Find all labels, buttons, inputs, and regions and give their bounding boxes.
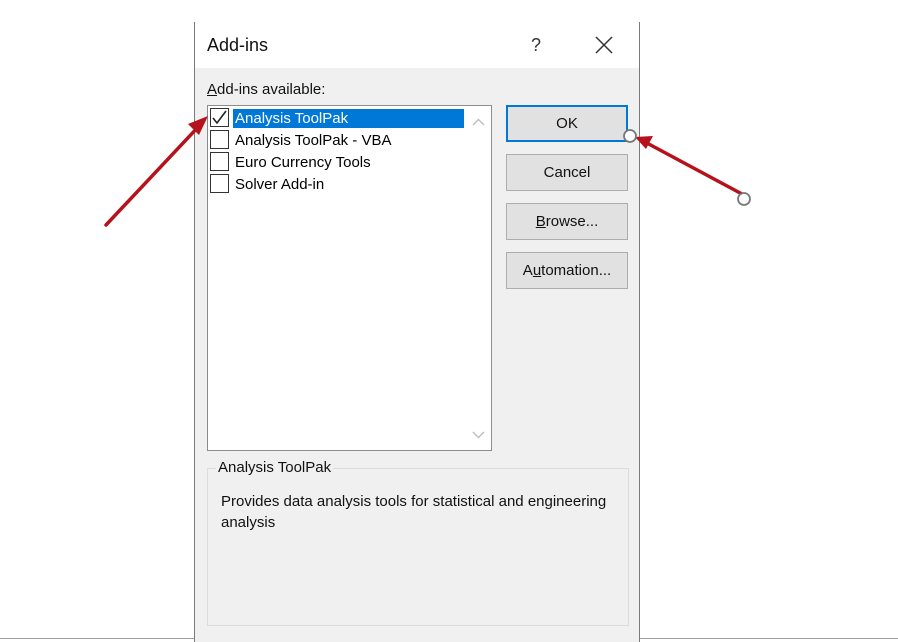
description-text: Provides data analysis tools for statist… bbox=[221, 493, 607, 531]
close-icon bbox=[595, 36, 613, 54]
annotation-arrow-right bbox=[623, 129, 751, 206]
title-bar: Add-ins ? bbox=[195, 22, 639, 68]
chevron-up-icon bbox=[472, 118, 485, 126]
description-group: Analysis ToolPak Provides data analysis … bbox=[207, 459, 629, 626]
list-scrollbar[interactable] bbox=[466, 106, 491, 450]
ok-button[interactable]: OK bbox=[506, 105, 628, 142]
close-button[interactable] bbox=[589, 30, 619, 60]
item-label: Euro Currency Tools bbox=[235, 154, 371, 171]
scroll-up-button[interactable] bbox=[470, 114, 487, 131]
list-item-solver-add-in[interactable]: Solver Add-in bbox=[208, 173, 466, 194]
cancel-button[interactable]: Cancel bbox=[506, 154, 628, 191]
annotation-arrow-left bbox=[104, 116, 208, 227]
add-ins-dialog: Add-ins ? Add-ins available: Analysis To… bbox=[194, 22, 640, 642]
chevron-down-icon bbox=[472, 431, 485, 439]
item-label: Analysis ToolPak - VBA bbox=[235, 132, 392, 149]
description-title: Analysis ToolPak bbox=[216, 459, 334, 476]
scroll-down-button[interactable] bbox=[470, 426, 487, 443]
checkbox-euro-currency-tools[interactable] bbox=[210, 152, 229, 171]
checkbox-solver-add-in[interactable] bbox=[210, 174, 229, 193]
list-item-euro-currency-tools[interactable]: Euro Currency Tools bbox=[208, 151, 466, 172]
automation-button[interactable]: Automation... bbox=[506, 252, 628, 289]
item-label: Analysis ToolPak bbox=[233, 109, 464, 128]
item-label: Solver Add-in bbox=[235, 176, 325, 193]
list-item-analysis-toolpak-vba[interactable]: Analysis ToolPak - VBA bbox=[208, 129, 466, 150]
dialog-title: Add-ins bbox=[207, 35, 269, 55]
add-ins-list[interactable]: Analysis ToolPak Analysis ToolPak - VBA … bbox=[207, 105, 492, 451]
browse-button[interactable]: Browse... bbox=[506, 203, 628, 240]
checkbox-analysis-toolpak[interactable] bbox=[210, 108, 229, 127]
list-item-analysis-toolpak[interactable]: Analysis ToolPak bbox=[208, 107, 466, 128]
add-ins-available-label: Add-ins available: bbox=[207, 81, 326, 98]
checkbox-analysis-toolpak-vba[interactable] bbox=[210, 130, 229, 149]
help-button[interactable]: ? bbox=[521, 32, 551, 58]
checkmark-icon bbox=[212, 110, 227, 125]
